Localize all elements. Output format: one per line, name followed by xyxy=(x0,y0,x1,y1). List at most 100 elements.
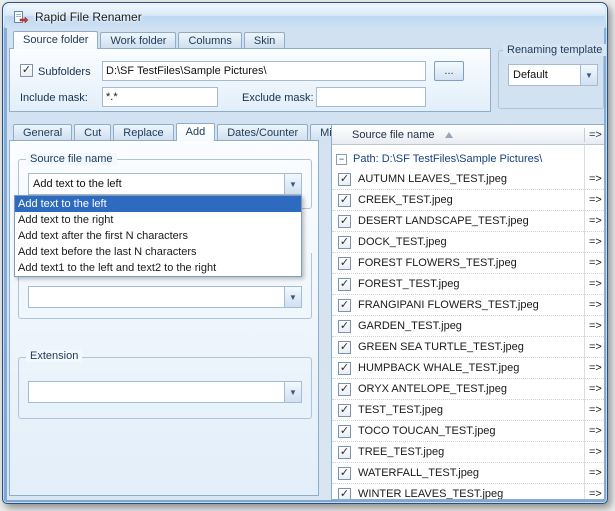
tab-cut[interactable]: Cut xyxy=(74,124,112,140)
browse-button[interactable]: ... xyxy=(434,61,464,81)
arrow-cell: => xyxy=(589,425,602,437)
arrow-cell: => xyxy=(589,215,602,227)
table-row[interactable]: ✓ DOCK_TEST.jpeg => xyxy=(332,232,604,253)
dropdown-option[interactable]: Add text to the left xyxy=(15,196,301,212)
row-checkbox[interactable]: ✓ xyxy=(338,466,351,480)
row-checkbox[interactable]: ✓ xyxy=(338,193,351,207)
add-mode-combobox[interactable]: Add text to the left ▼ xyxy=(28,173,302,195)
tab-skin[interactable]: Skin xyxy=(243,32,286,48)
table-row[interactable]: ✓ FOREST_TEST.jpeg => xyxy=(332,274,604,295)
arrow-cell: => xyxy=(589,488,602,499)
table-row[interactable]: ✓ ORYX ANTELOPE_TEST.jpeg => xyxy=(332,379,604,400)
table-row[interactable]: ✓ CREEK_TEST.jpeg => xyxy=(332,190,604,211)
row-checkbox[interactable]: ✓ xyxy=(338,172,351,186)
row-checkbox[interactable]: ✓ xyxy=(338,340,351,354)
dropdown-option[interactable]: Add text before the last N characters xyxy=(15,244,301,260)
tab-general[interactable]: General xyxy=(13,124,73,140)
path-group-row[interactable]: − Path: D:\SF TestFiles\Sample Pictures\ xyxy=(332,149,604,169)
table-row[interactable]: ✓ DESERT LANDSCAPE_TEST.jpeg => xyxy=(332,211,604,232)
table-row[interactable]: ✓ WATERFALL_TEST.jpeg => xyxy=(332,463,604,484)
table-row[interactable]: ✓ TOCO TOUCAN_TEST.jpeg => xyxy=(332,421,604,442)
template-combobox[interactable]: Default ▼ xyxy=(508,64,598,86)
arrow-cell: => xyxy=(589,257,602,269)
row-checkbox[interactable]: ✓ xyxy=(338,214,351,228)
exclude-mask-input[interactable] xyxy=(316,87,426,107)
tab-add[interactable]: Add xyxy=(175,123,216,141)
row-checkbox[interactable]: ✓ xyxy=(338,382,351,396)
table-row[interactable]: ✓ TREE_TEST.jpeg => xyxy=(332,442,604,463)
row-checkbox[interactable]: ✓ xyxy=(338,256,351,270)
tab-columns[interactable]: Columns xyxy=(178,32,242,48)
table-row[interactable]: ✓ GREEN SEA TURTLE_TEST.jpeg => xyxy=(332,337,604,358)
table-row[interactable]: ✓ FOREST FLOWERS_TEST.jpeg => xyxy=(332,253,604,274)
title-bar[interactable]: Rapid File Renamer xyxy=(5,5,605,28)
path-group-label: Path: D:\SF TestFiles\Sample Pictures\ xyxy=(353,153,543,165)
dropdown-option[interactable]: Add text1 to the left and text2 to the r… xyxy=(15,260,301,276)
extension-combobox[interactable]: ▼ xyxy=(28,381,302,403)
text-combobox-value xyxy=(29,287,284,307)
chevron-down-icon[interactable]: ▼ xyxy=(284,287,301,307)
file-list: Source file name => − Path: D:\SF TestFi… xyxy=(331,124,605,500)
table-row[interactable]: ✓ WINTER LEAVES_TEST.jpeg => xyxy=(332,484,604,499)
table-row[interactable]: ✓ FRANGIPANI FLOWERS_TEST.jpeg => xyxy=(332,295,604,316)
collapse-icon[interactable]: − xyxy=(336,153,347,165)
tab-work-folder[interactable]: Work folder xyxy=(100,32,177,48)
arrow-cell: => xyxy=(589,446,602,458)
row-checkbox[interactable]: ✓ xyxy=(338,445,351,459)
path-input[interactable] xyxy=(102,61,426,81)
lower-tab-strip: GeneralCutReplaceAddDates/CounterMisc xyxy=(11,123,355,141)
table-row[interactable]: ✓ TEST_TEST.jpeg => xyxy=(332,400,604,421)
arrow-cell: => xyxy=(589,320,602,332)
list-header[interactable]: Source file name => xyxy=(332,125,604,145)
file-name: TREE_TEST.jpeg xyxy=(358,446,445,458)
name-column-header[interactable]: Source file name xyxy=(352,129,435,141)
table-row[interactable]: ✓ AUTUMN LEAVES_TEST.jpeg => xyxy=(332,169,604,190)
table-row[interactable]: ✓ GARDEN_TEST.jpeg => xyxy=(332,316,604,337)
file-name: FOREST_TEST.jpeg xyxy=(358,278,460,290)
arrow-cell: => xyxy=(589,383,602,395)
exclude-mask-label: Exclude mask: xyxy=(242,92,314,104)
tab-source-folder[interactable]: Source folder xyxy=(13,31,99,49)
row-checkbox[interactable]: ✓ xyxy=(338,403,351,417)
file-name: ORYX ANTELOPE_TEST.jpeg xyxy=(358,383,507,395)
row-checkbox[interactable]: ✓ xyxy=(338,298,351,312)
renaming-template-caption: Renaming template xyxy=(503,44,607,56)
text-combobox[interactable]: ▼ xyxy=(28,286,302,308)
row-checkbox[interactable]: ✓ xyxy=(338,277,351,291)
source-file-name-caption: Source file name xyxy=(26,153,117,165)
arrow-cell: => xyxy=(589,467,602,479)
window-body: Source folder Work folder Columns Skin ✓ Su… xyxy=(7,28,607,500)
arrow-cell: => xyxy=(589,341,602,353)
add-mode-dropdown-list[interactable]: Add text to the left Add text to the righ… xyxy=(14,195,302,277)
arrow-column-header[interactable]: => xyxy=(589,129,602,141)
dropdown-option[interactable]: Add text to the right xyxy=(15,212,301,228)
file-name: TEST_TEST.jpeg xyxy=(358,404,443,416)
sort-ascending-icon xyxy=(444,131,453,138)
extension-combobox-value xyxy=(29,382,284,402)
file-list-body: − Path: D:\SF TestFiles\Sample Pictures\… xyxy=(332,145,604,499)
row-checkbox[interactable]: ✓ xyxy=(338,424,351,438)
row-checkbox[interactable]: ✓ xyxy=(338,487,351,499)
subfolders-label: Subfolders xyxy=(38,66,91,78)
table-row[interactable]: ✓ HUMPBACK WHALE_TEST.jpeg => xyxy=(332,358,604,379)
row-checkbox[interactable]: ✓ xyxy=(338,319,351,333)
row-checkbox[interactable]: ✓ xyxy=(338,235,351,249)
row-checkbox[interactable]: ✓ xyxy=(338,361,351,375)
dropdown-option[interactable]: Add text after the first N characters xyxy=(15,228,301,244)
file-name: HUMPBACK WHALE_TEST.jpeg xyxy=(358,362,520,374)
chevron-down-icon[interactable]: ▼ xyxy=(580,65,597,85)
tab-dates-counter[interactable]: Dates/Counter xyxy=(217,124,309,140)
tab-replace[interactable]: Replace xyxy=(113,124,174,140)
file-name: GREEN SEA TURTLE_TEST.jpeg xyxy=(358,341,524,353)
include-mask-input[interactable] xyxy=(102,87,218,107)
file-name: AUTUMN LEAVES_TEST.jpeg xyxy=(358,173,507,185)
arrow-cell: => xyxy=(589,194,602,206)
extension-caption: Extension xyxy=(26,350,83,362)
chevron-down-icon[interactable]: ▼ xyxy=(284,382,301,402)
chevron-down-icon[interactable]: ▼ xyxy=(284,174,301,194)
subfolders-checkbox[interactable]: ✓ xyxy=(20,64,33,77)
app-window: Rapid File Renamer Source folder Work fol… xyxy=(2,2,608,504)
arrow-cell: => xyxy=(589,173,602,185)
app-icon xyxy=(13,9,29,25)
column-divider[interactable] xyxy=(584,128,585,142)
